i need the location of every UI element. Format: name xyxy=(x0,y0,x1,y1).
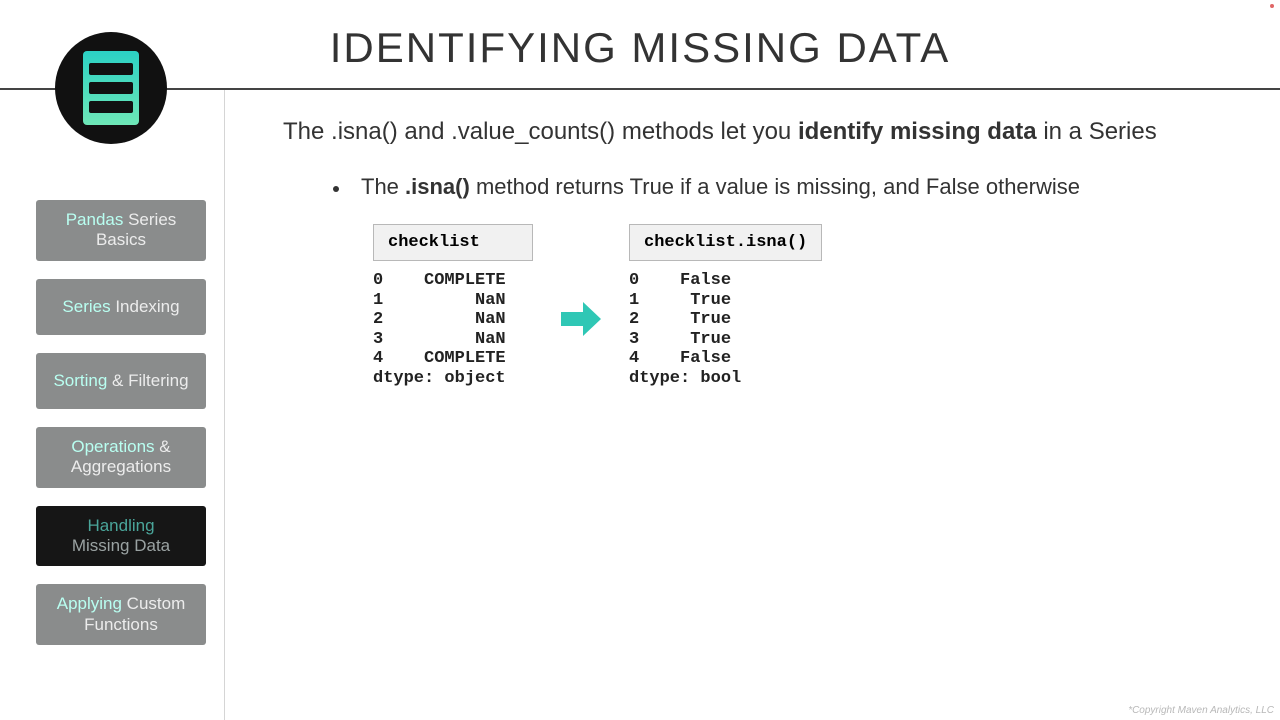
sidebar-item-indexing[interactable]: Series Indexing xyxy=(36,279,206,335)
code-example-row: checklist 0 COMPLETE 1 NaN 2 NaN 3 NaN 4… xyxy=(373,224,1220,388)
sidebar-item-operations[interactable]: Operations &Aggregations xyxy=(36,427,206,488)
copyright-text: *Copyright Maven Analytics, LLC xyxy=(1128,705,1274,716)
bullet-dot-icon xyxy=(333,186,339,192)
sidebar-item-custom-functions[interactable]: Applying CustomFunctions xyxy=(36,584,206,645)
page-title: IDENTIFYING MISSING DATA xyxy=(330,24,950,72)
page-body: Pandas SeriesBasics Series Indexing Sort… xyxy=(0,90,1280,720)
code-output-right: 0 False 1 True 2 True 3 True 4 False dty… xyxy=(629,271,822,388)
code-header-right: checklist.isna() xyxy=(629,224,822,261)
intro-sentence: The .isna() and .value_counts() methods … xyxy=(283,118,1220,146)
bullet-row: The .isna() method returns True if a val… xyxy=(333,174,1220,200)
sidebar-item-sorting[interactable]: Sorting & Filtering xyxy=(36,353,206,409)
page-header: IDENTIFYING MISSING DATA xyxy=(0,0,1280,90)
bullet-text: The .isna() method returns True if a val… xyxy=(361,174,1080,200)
logo-badge xyxy=(55,32,167,144)
sidebar: Pandas SeriesBasics Series Indexing Sort… xyxy=(0,90,225,720)
code-block-isna: checklist.isna() 0 False 1 True 2 True 3… xyxy=(629,224,822,388)
code-block-checklist: checklist 0 COMPLETE 1 NaN 2 NaN 3 NaN 4… xyxy=(373,224,533,388)
arrow-right-icon xyxy=(561,302,601,341)
sidebar-item-basics[interactable]: Pandas SeriesBasics xyxy=(36,200,206,261)
main-content: The .isna() and .value_counts() methods … xyxy=(225,90,1280,720)
code-output-left: 0 COMPLETE 1 NaN 2 NaN 3 NaN 4 COMPLETE … xyxy=(373,271,533,388)
logo-icon xyxy=(83,51,139,125)
code-header-left: checklist xyxy=(373,224,533,261)
sidebar-item-missing-data[interactable]: HandlingMissing Data xyxy=(36,506,206,567)
